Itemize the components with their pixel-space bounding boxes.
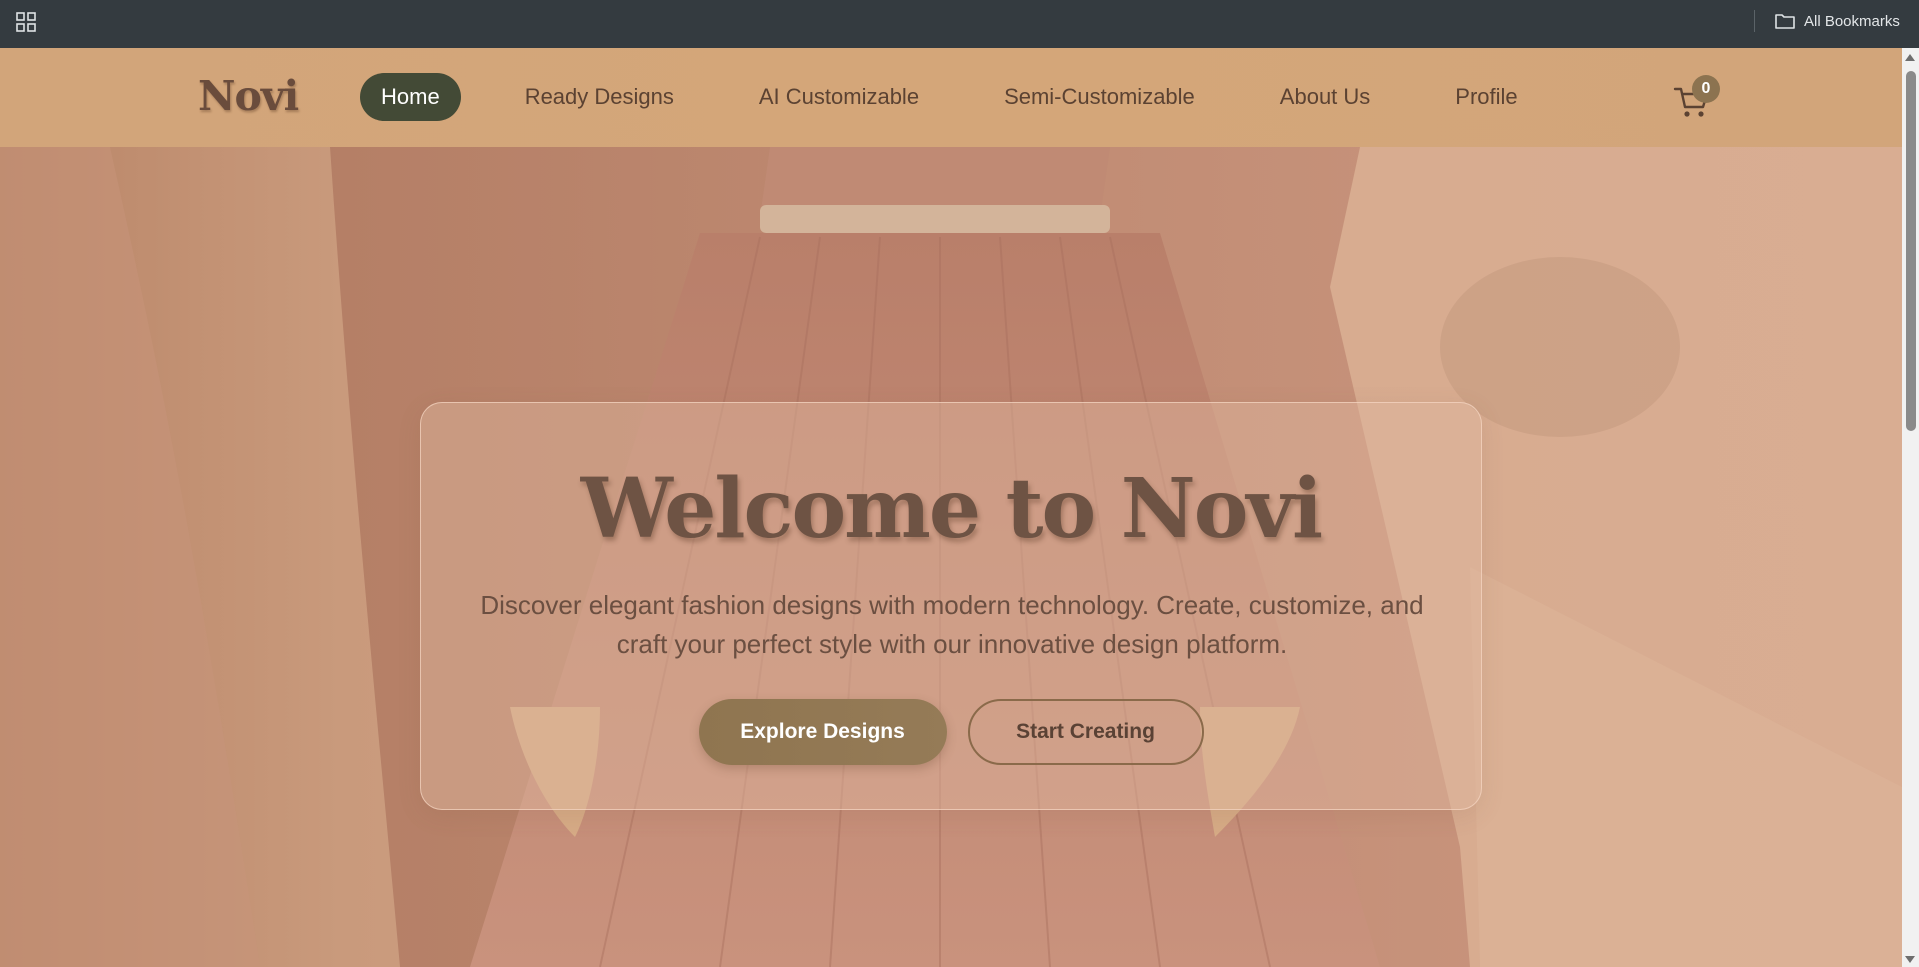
browser-bookmarks-bar: All Bookmarks <box>0 0 1919 48</box>
page-scrollbar[interactable] <box>1902 48 1919 967</box>
nav-home[interactable]: Home <box>360 73 461 121</box>
hero-section: Welcome to Novi Discover elegant fashion… <box>0 147 1902 967</box>
nav-about-us[interactable]: About Us <box>1259 73 1392 121</box>
hero-buttons: Explore Designs Start Creating <box>421 699 1481 765</box>
hero-title: Welcome to Novi <box>580 461 1323 557</box>
hero-subtitle: Discover elegant fashion designs with mo… <box>480 590 1424 659</box>
scroll-up-arrow-icon[interactable] <box>1905 54 1915 61</box>
scrollbar-thumb[interactable] <box>1906 71 1916 431</box>
cart-button[interactable]: 0 <box>1672 75 1720 118</box>
explore-designs-button[interactable]: Explore Designs <box>698 699 947 765</box>
site-navbar: Novi Home Ready Designs AI Customizable … <box>0 48 1902 147</box>
page-viewport: Welcome to Novi Discover elegant fashion… <box>0 48 1902 967</box>
bookmarks-divider <box>1754 10 1755 32</box>
site-logo[interactable]: Novi <box>198 72 299 120</box>
folder-icon <box>1775 14 1795 29</box>
nav-profile[interactable]: Profile <box>1434 73 1538 121</box>
start-creating-button[interactable]: Start Creating <box>967 699 1204 765</box>
nav-semi-customizable[interactable]: Semi-Customizable <box>983 73 1216 121</box>
nav-ready-designs[interactable]: Ready Designs <box>504 73 695 121</box>
apps-grid-icon[interactable] <box>15 11 37 33</box>
scroll-down-arrow-icon[interactable] <box>1905 956 1915 963</box>
all-bookmarks-label: All Bookmarks <box>1804 12 1900 30</box>
nav-links: Home Ready Designs AI Customizable Semi-… <box>360 73 1539 121</box>
all-bookmarks-button[interactable]: All Bookmarks <box>1774 9 1900 33</box>
cart-count-badge: 0 <box>1692 75 1720 103</box>
nav-ai-customizable[interactable]: AI Customizable <box>738 73 940 121</box>
hero-card: Welcome to Novi Discover elegant fashion… <box>420 402 1482 810</box>
